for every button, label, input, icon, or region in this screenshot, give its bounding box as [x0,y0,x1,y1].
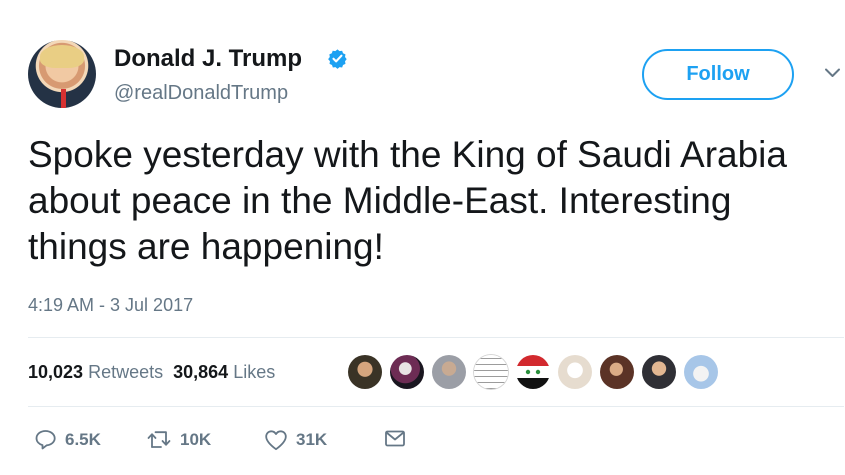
liker-avatar[interactable] [474,355,508,389]
engagement-stats: 10,023 Retweets 30,864 Likes [28,362,275,383]
message-icon [385,430,405,447]
verified-badge-icon [328,49,347,69]
liker-avatars [348,355,728,389]
retweets-label: Retweets [88,362,164,382]
liker-avatar[interactable] [600,355,634,389]
liker-avatar[interactable] [432,355,466,389]
like-button[interactable]: 31K [264,429,327,451]
tweet-timestamp[interactable]: 4:19 AM - 3 Jul 2017 [28,295,193,316]
tweet-actions: 6.5K 10K 31K [28,429,448,459]
liker-avatar[interactable] [516,355,550,389]
divider-bottom [28,406,844,407]
heart-icon [265,430,287,451]
retweets-count: 10,023 [28,362,84,382]
follow-button[interactable]: Follow [642,49,794,100]
liker-avatar[interactable] [642,355,676,389]
reply-icon [35,430,56,450]
reply-button[interactable]: 6.5K [34,429,101,450]
direct-message-button[interactable] [384,429,406,448]
liker-avatar[interactable] [390,355,424,389]
flag-stars-icon [525,369,541,375]
divider-top [28,337,844,338]
reply-count: 6.5K [65,429,101,449]
profile-avatar[interactable] [28,40,96,108]
retweets-stat[interactable]: 10,023 Retweets [28,362,163,382]
display-name[interactable]: Donald J. Trump [114,45,302,73]
likes-label: Likes [233,362,276,382]
user-handle[interactable]: @realDonaldTrump [114,82,288,105]
retweet-icon [147,431,171,448]
liker-avatar[interactable] [348,355,382,389]
tweet-text: Spoke yesterday with the King of Saudi A… [28,134,787,267]
retweet-button[interactable]: 10K [146,429,211,450]
retweet-count: 10K [180,429,212,449]
likes-count: 30,864 [173,362,229,382]
chevron-down-icon[interactable] [824,66,841,79]
liker-avatar[interactable] [684,355,718,389]
liker-avatar[interactable] [558,355,592,389]
likes-stat[interactable]: 30,864 Likes [173,362,275,382]
like-count: 31K [296,430,328,449]
